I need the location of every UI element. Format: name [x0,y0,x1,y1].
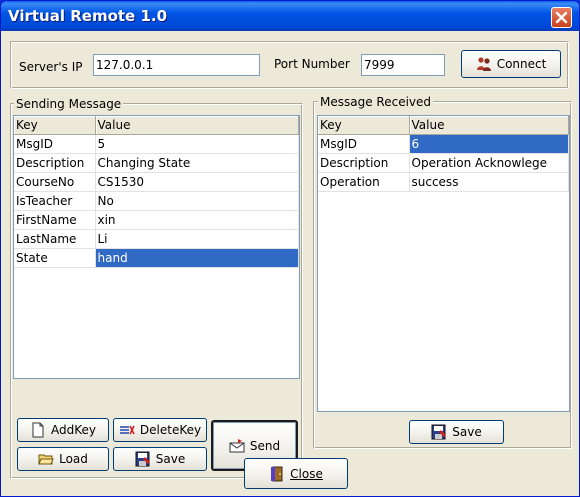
received-header-row: Key Value [318,116,569,135]
sending-message-group: Sending Message Key Value MsgID 5 Descrip… [10,97,303,479]
table-row[interactable]: MsgID 5 [14,134,299,154]
sending-header-row: Key Value [14,116,299,135]
server-ip-input[interactable] [93,54,260,76]
row-key[interactable]: IsTeacher [14,191,96,211]
close-button[interactable]: Close [244,458,348,489]
row-value[interactable]: 5 [95,134,299,154]
table-row[interactable]: FirstName xin [14,210,299,230]
new-document-icon [30,422,46,438]
row-value[interactable]: 6 [409,134,569,154]
received-save-button[interactable]: Save [409,420,504,444]
save-disk-icon [135,451,151,467]
add-key-button[interactable]: AddKey [17,418,109,442]
title-bar[interactable]: Virtual Remote 1.0 [1,1,579,31]
row-key[interactable]: LastName [14,229,96,249]
people-icon [476,56,492,72]
connection-panel: Server's IP Port Number Connect [10,41,569,89]
table-row[interactable]: Description Changing State [14,153,299,173]
exit-door-icon [269,466,285,482]
row-key[interactable]: Description [318,153,410,173]
close-icon [555,11,568,24]
window-close-button[interactable] [551,7,572,28]
save-button[interactable]: Save [113,447,207,471]
sending-table: Key Value MsgID 5 Description Changing Sta… [14,116,299,268]
row-value[interactable]: Operation Acknowlege [409,153,569,173]
delete-key-label: DeleteKey [139,423,202,437]
table-row[interactable]: Operation success [318,172,569,192]
message-received-group: Message Received Key Value MsgID 6 Descri… [313,95,572,449]
table-row[interactable]: Description Operation Acknowlege [318,153,569,173]
load-label: Load [59,452,88,466]
table-row-selected[interactable]: MsgID 6 [318,134,569,154]
delete-list-icon [119,422,135,438]
received-col-key[interactable]: Key [318,116,410,135]
save-disk-icon [431,424,447,440]
table-row[interactable]: CourseNo CS1530 [14,172,299,192]
send-label: Send [249,438,281,453]
envelope-send-icon [229,438,245,454]
received-col-value[interactable]: Value [409,116,569,135]
sending-col-key[interactable]: Key [14,116,96,135]
client-area: Server's IP Port Number Connect Sending … [4,31,576,493]
row-value[interactable]: Changing State [95,153,299,173]
connect-button[interactable]: Connect [461,50,561,78]
row-key[interactable]: MsgID [318,134,410,154]
server-ip-label: Server's IP [19,60,83,74]
row-key[interactable]: State [14,248,96,268]
row-value[interactable]: hand [95,248,299,268]
add-key-label: AddKey [51,423,96,437]
port-number-input[interactable] [361,54,445,76]
load-button[interactable]: Load [17,447,109,471]
table-row[interactable]: LastName Li [14,229,299,249]
table-row[interactable]: IsTeacher No [14,191,299,211]
main-window: Virtual Remote 1.0 Server's IP Port Numb… [0,0,580,497]
row-key[interactable]: MsgID [14,134,96,154]
row-value[interactable]: success [409,172,569,192]
connect-button-label: Connect [496,57,547,71]
window-title: Virtual Remote 1.0 [8,7,168,25]
row-value[interactable]: Li [95,229,299,249]
row-key[interactable]: CourseNo [14,172,96,192]
row-value[interactable]: xin [95,210,299,230]
received-save-label: Save [452,425,482,439]
port-number-label: Port Number [274,57,350,71]
close-label: Close [290,466,323,481]
sending-col-value[interactable]: Value [95,116,299,135]
row-value[interactable]: CS1530 [95,172,299,192]
table-row-selected[interactable]: State hand [14,248,299,268]
row-value[interactable]: No [95,191,299,211]
sending-grid[interactable]: Key Value MsgID 5 Description Changing Sta… [13,115,300,379]
save-label: Save [155,452,186,466]
row-key[interactable]: Description [14,153,96,173]
received-grid[interactable]: Key Value MsgID 6 Description Operation Ac… [317,115,570,412]
row-key[interactable]: FirstName [14,210,96,230]
open-folder-icon [38,451,54,467]
delete-key-button[interactable]: DeleteKey [113,418,207,442]
row-key[interactable]: Operation [318,172,410,192]
message-received-title: Message Received [318,95,434,109]
sending-message-title: Sending Message [14,97,124,111]
received-table: Key Value MsgID 6 Description Operation Ac… [318,116,569,192]
